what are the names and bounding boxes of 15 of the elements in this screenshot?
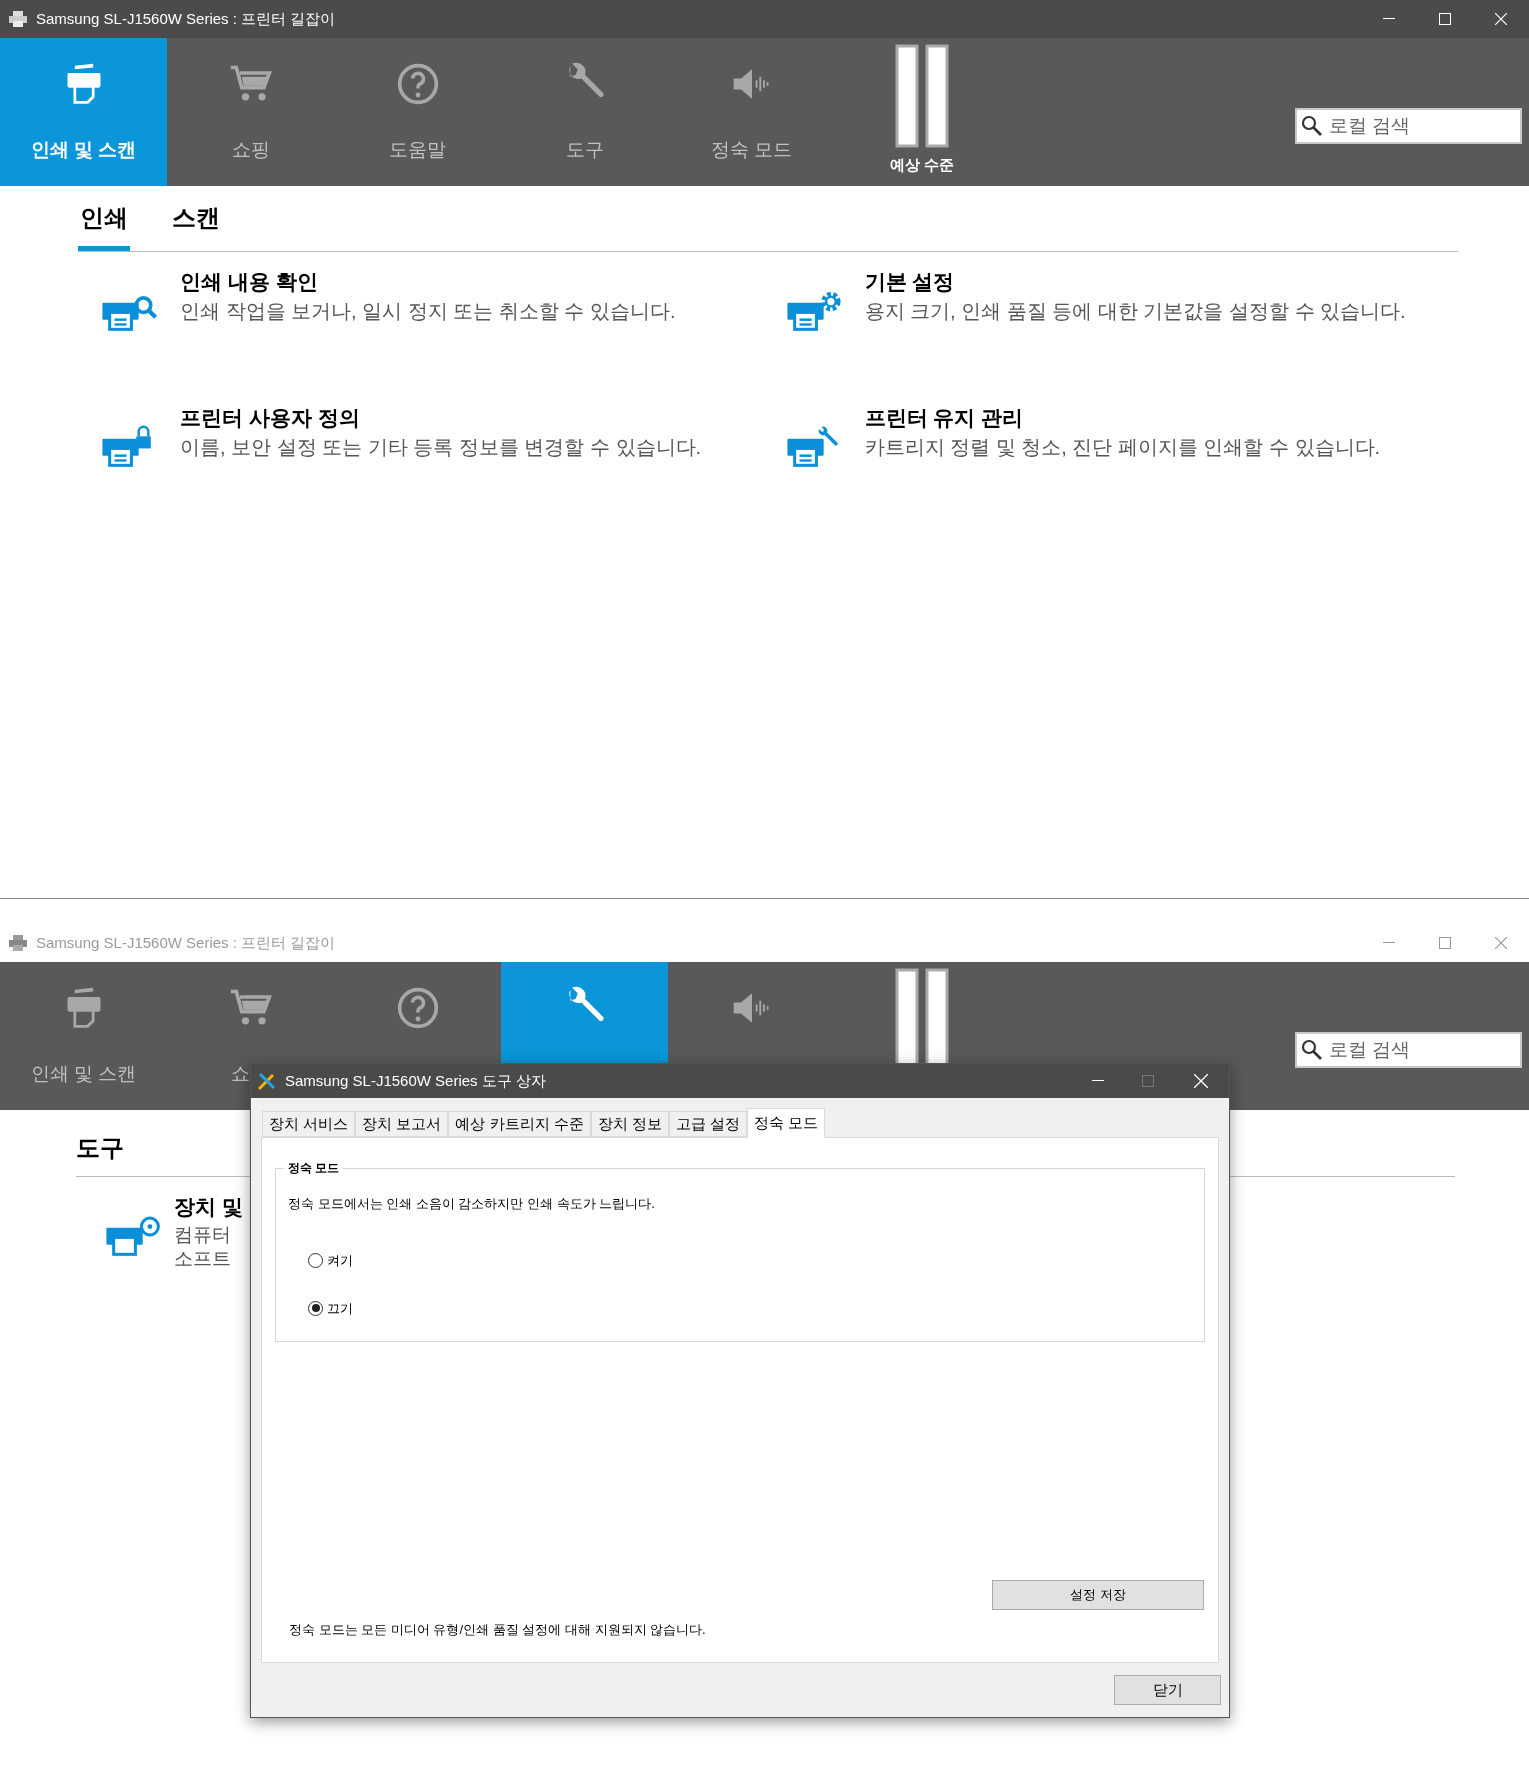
item-description: 소프트	[174, 1246, 232, 1271]
ink-level-label: 예상 수준	[889, 155, 955, 175]
item-description: 용지 크기, 인쇄 품질 등에 대한 기본값을 설정할 수 있습니다.	[864, 298, 1406, 324]
item-description: 카트리지 정렬 및 청소, 진단 페이지를 인쇄할 수 있습니다.	[864, 434, 1381, 460]
item-description: 이름, 보안 설정 또는 기타 등록 정보를 변경할 수 있습니다.	[180, 434, 702, 460]
window-title: Samsung SL-J1560W Series : 프린터 길잡이	[36, 8, 336, 29]
note-text: 정숙 모드는 모든 미디어 유형/인쇄 품질 설정에 대해 지원되지 않습니다.	[289, 1621, 707, 1639]
group-title: 정숙 모드	[284, 1159, 344, 1177]
section-heading: 도구	[76, 1134, 124, 1161]
description-text: 정숙 모드에서는 인쇄 소음이 감소하지만 인쇄 속도가 느립니다.	[288, 1196, 655, 1211]
item-description: 컴퓨터	[174, 1222, 232, 1247]
window-title: Samsung SL-J1560W Series : 프린터 길잡이	[36, 932, 336, 953]
item-description: 인쇄 작업을 보거나, 일시 정지 또는 취소할 수 있습니다.	[180, 298, 676, 324]
radio-label: 켜기	[327, 1252, 353, 1270]
radio-label: 끄기	[327, 1299, 353, 1318]
